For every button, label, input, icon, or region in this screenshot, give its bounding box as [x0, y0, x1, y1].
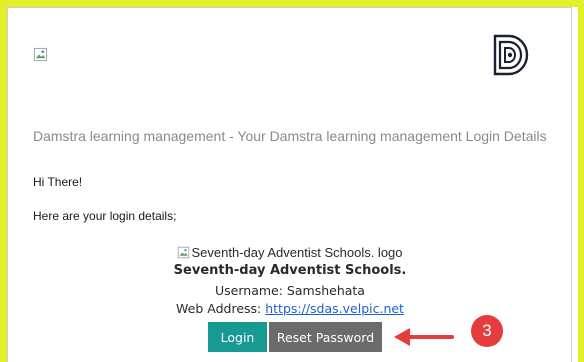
greeting-text: Hi There! [33, 175, 83, 189]
broken-image-icon [178, 246, 190, 259]
school-name: Seventh-day Adventist Schools. [173, 263, 407, 278]
username-text: Username: Samshehata [215, 283, 365, 298]
school-logo-alt-text: Seventh-day Adventist Schools. logo [191, 245, 403, 260]
login-button[interactable]: Login [208, 322, 267, 352]
web-address-label: Web Address: [176, 301, 266, 316]
step-number-badge: 3 [471, 315, 503, 347]
intro-text: Here are your login details; [33, 209, 177, 223]
email-subject: Damstra learning management - Your Damst… [33, 128, 547, 144]
red-arrow-icon [394, 328, 454, 346]
web-address: Web Address: https://sdas.velpic.net [160, 301, 420, 316]
web-address-link[interactable]: https://sdas.velpic.net [265, 301, 404, 316]
damstra-logo-icon [493, 34, 529, 76]
reset-password-button[interactable]: Reset Password [269, 322, 382, 352]
school-logo: Seventh-day Adventist Schools. logo [160, 245, 420, 260]
broken-image-icon [33, 47, 48, 62]
